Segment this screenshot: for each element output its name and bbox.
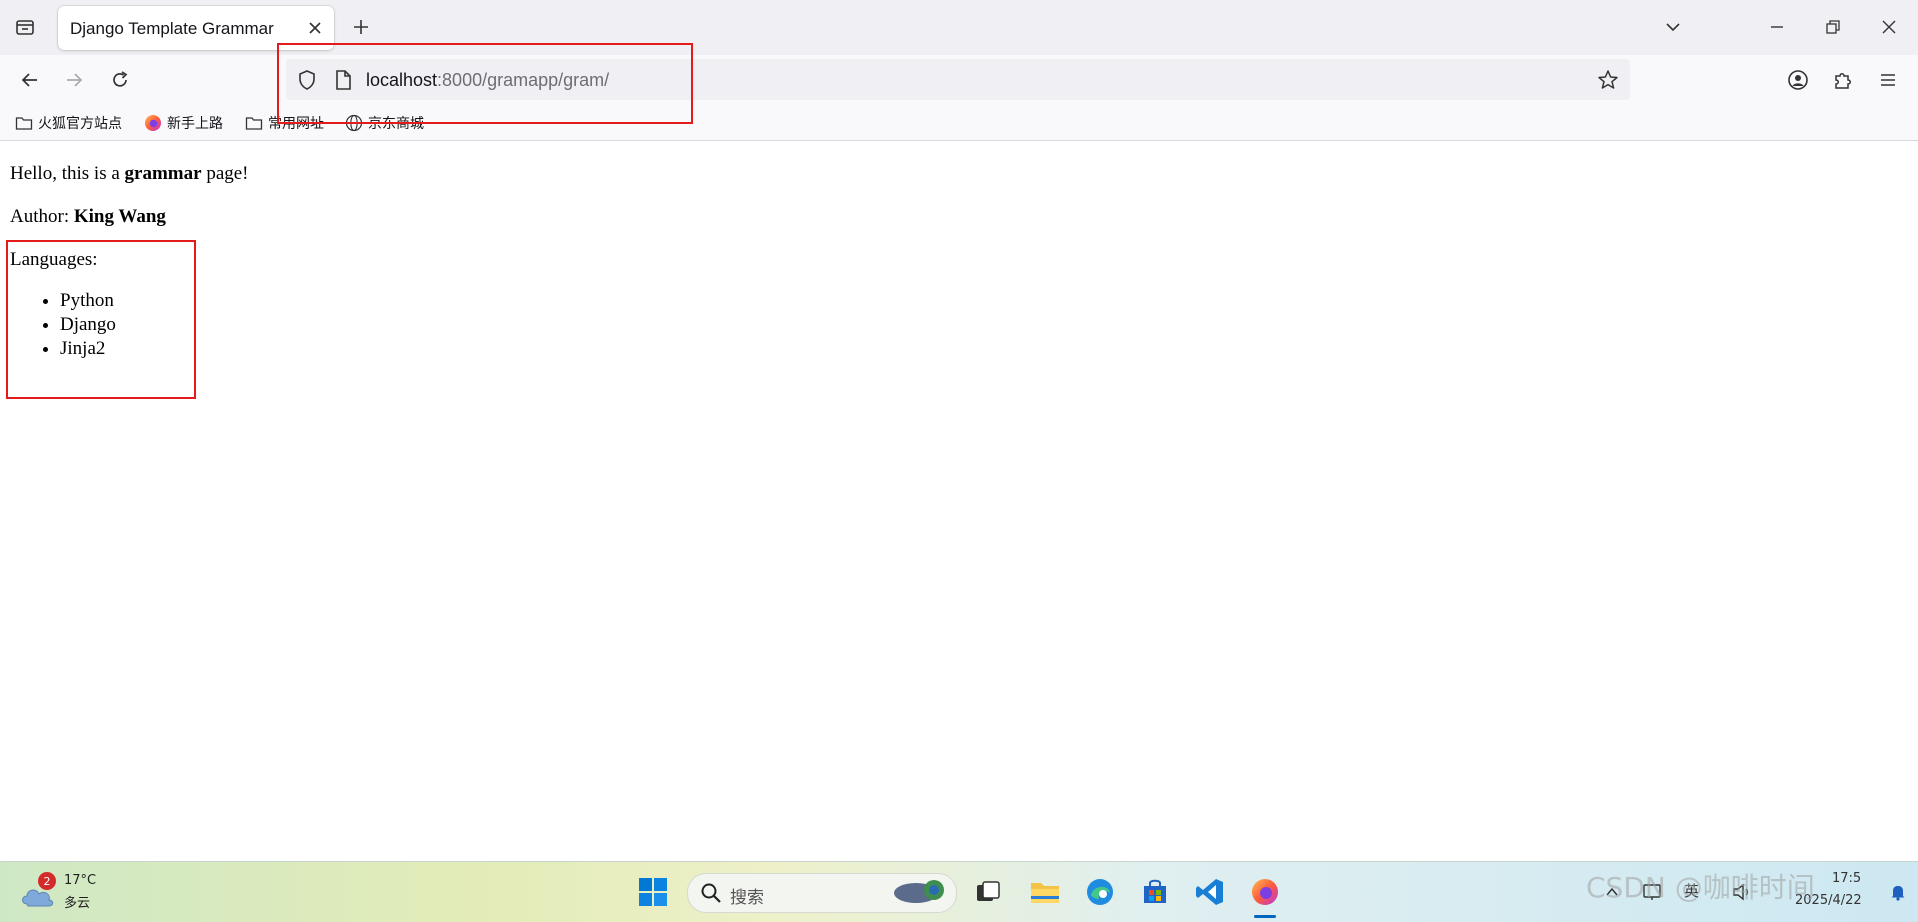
bookmark-item[interactable]: 常用网址 [245, 111, 324, 135]
reload-button[interactable] [104, 64, 136, 96]
volume-button[interactable] [1724, 874, 1760, 910]
search-icon [701, 883, 721, 903]
tray-overflow-button[interactable] [1594, 874, 1630, 910]
bookmark-label: 新手上路 [167, 116, 223, 132]
close-icon [1882, 20, 1896, 34]
bookmark-item[interactable]: 新手上路 [144, 111, 223, 135]
edge-icon [1087, 879, 1113, 905]
firefox-icon [1252, 879, 1278, 905]
restore-button[interactable] [1818, 12, 1848, 42]
extensions-button[interactable] [1827, 64, 1859, 96]
url-bar[interactable]: localhost:8000/gramapp/gram/ [286, 59, 1630, 100]
account-icon [1788, 70, 1808, 90]
store-button[interactable] [1137, 874, 1173, 910]
greeting-suffix: page! [201, 163, 249, 184]
restore-icon [1826, 20, 1840, 34]
tab-strip: Django Template Grammar [0, 0, 1918, 55]
arrow-left-icon [21, 73, 37, 87]
bookmarks-toolbar: 火狐官方站点 新手上路 常用网址 京东商城 [0, 105, 1918, 141]
close-icon [309, 22, 321, 34]
list-item: Python [60, 289, 116, 313]
forward-button[interactable] [58, 64, 90, 96]
bookmark-item[interactable]: 火狐官方站点 [15, 111, 122, 135]
start-button[interactable] [635, 874, 671, 910]
minimize-button[interactable] [1762, 12, 1792, 42]
url-path: :8000/gramapp/gram/ [437, 70, 610, 90]
weather-temp: 17°C [64, 873, 97, 888]
windows-icon [639, 878, 667, 906]
folder-icon [245, 117, 263, 130]
weather-widget[interactable]: 2 17°C 多云 [18, 872, 108, 914]
minimize-icon [1771, 26, 1783, 28]
notifications-button[interactable] [1880, 874, 1916, 910]
folder-icon [1031, 883, 1059, 903]
chevron-up-icon [1606, 887, 1618, 896]
account-button[interactable] [1782, 64, 1814, 96]
navigation-toolbar: localhost:8000/gramapp/gram/ [0, 55, 1918, 105]
bookmark-label: 火狐官方站点 [38, 116, 122, 132]
author-label: Author: [10, 206, 74, 227]
clock-time[interactable]: 17:5 [1832, 871, 1861, 886]
active-app-indicator [1254, 915, 1276, 918]
bookmark-item[interactable]: 京东商城 [345, 111, 424, 135]
shield-icon[interactable] [296, 69, 318, 91]
tab-list-button[interactable] [12, 14, 38, 40]
page-info-icon[interactable] [332, 69, 354, 91]
file-explorer-button[interactable] [1027, 874, 1063, 910]
url-text[interactable]: localhost:8000/gramapp/gram/ [366, 70, 609, 91]
taskbar-search[interactable]: 搜索 [687, 873, 957, 913]
bookmark-label: 京东商城 [368, 116, 424, 132]
greeting-paragraph: Hello, this is a grammar page! [10, 163, 249, 185]
vscode-button[interactable] [1192, 874, 1228, 910]
new-tab-button[interactable] [348, 14, 374, 40]
puzzle-icon [1835, 73, 1851, 89]
languages-list: Python Django Jinja2 [20, 289, 116, 361]
bell-icon [1891, 886, 1905, 901]
url-host: localhost [366, 70, 438, 90]
firefox-taskbar-button[interactable] [1247, 874, 1283, 910]
vscode-icon [1196, 879, 1223, 905]
speaker-icon [1733, 883, 1749, 901]
greeting-bold: grammar [124, 163, 202, 184]
weather-desc: 多云 [64, 896, 91, 911]
reload-icon [113, 71, 128, 87]
list-all-tabs-button[interactable] [1658, 12, 1688, 42]
arrow-right-icon [67, 73, 83, 87]
hamburger-menu-icon [1881, 74, 1895, 86]
tab-list-icon [16, 20, 34, 35]
task-view-button[interactable] [970, 874, 1006, 910]
greeting-prefix: Hello, this is a [10, 163, 125, 184]
globe-icon [345, 114, 363, 132]
languages-label: Languages: [10, 249, 98, 270]
chevron-down-icon [1666, 23, 1680, 32]
plus-icon [354, 20, 368, 34]
store-icon [1144, 879, 1166, 903]
task-view-icon [977, 881, 1000, 901]
notification-badge: 2 [38, 872, 56, 890]
folder-icon [15, 117, 33, 130]
page-content: Hello, this is a grammar page! Author: K… [0, 141, 1918, 861]
author-paragraph: Author: King Wang [10, 206, 166, 228]
list-item: Django [60, 313, 116, 337]
network-icon [1643, 884, 1661, 900]
close-window-button[interactable] [1874, 12, 1904, 42]
menu-button[interactable] [1872, 64, 1904, 96]
search-placeholder: 搜索 [730, 888, 764, 908]
taskbar: 2 17°C 多云 搜索 英 17:5 2025/4/22 [0, 861, 1918, 922]
clock-date[interactable]: 2025/4/22 [1795, 893, 1862, 908]
bookmark-label: 常用网址 [268, 116, 324, 132]
tab-title: Django Template Grammar [70, 19, 274, 38]
search-highlight-icon [894, 880, 944, 903]
firefox-icon [145, 115, 161, 131]
ime-indicator[interactable]: 英 [1684, 880, 1699, 901]
network-status-button[interactable] [1634, 874, 1670, 910]
list-item: Jinja2 [60, 337, 116, 361]
tab-close-button[interactable] [304, 17, 326, 39]
tab-active[interactable]: Django Template Grammar [58, 6, 334, 50]
edge-button[interactable] [1082, 874, 1118, 910]
back-button[interactable] [14, 64, 46, 96]
bookmark-star-icon[interactable] [1596, 68, 1620, 92]
author-name: King Wang [73, 206, 166, 227]
